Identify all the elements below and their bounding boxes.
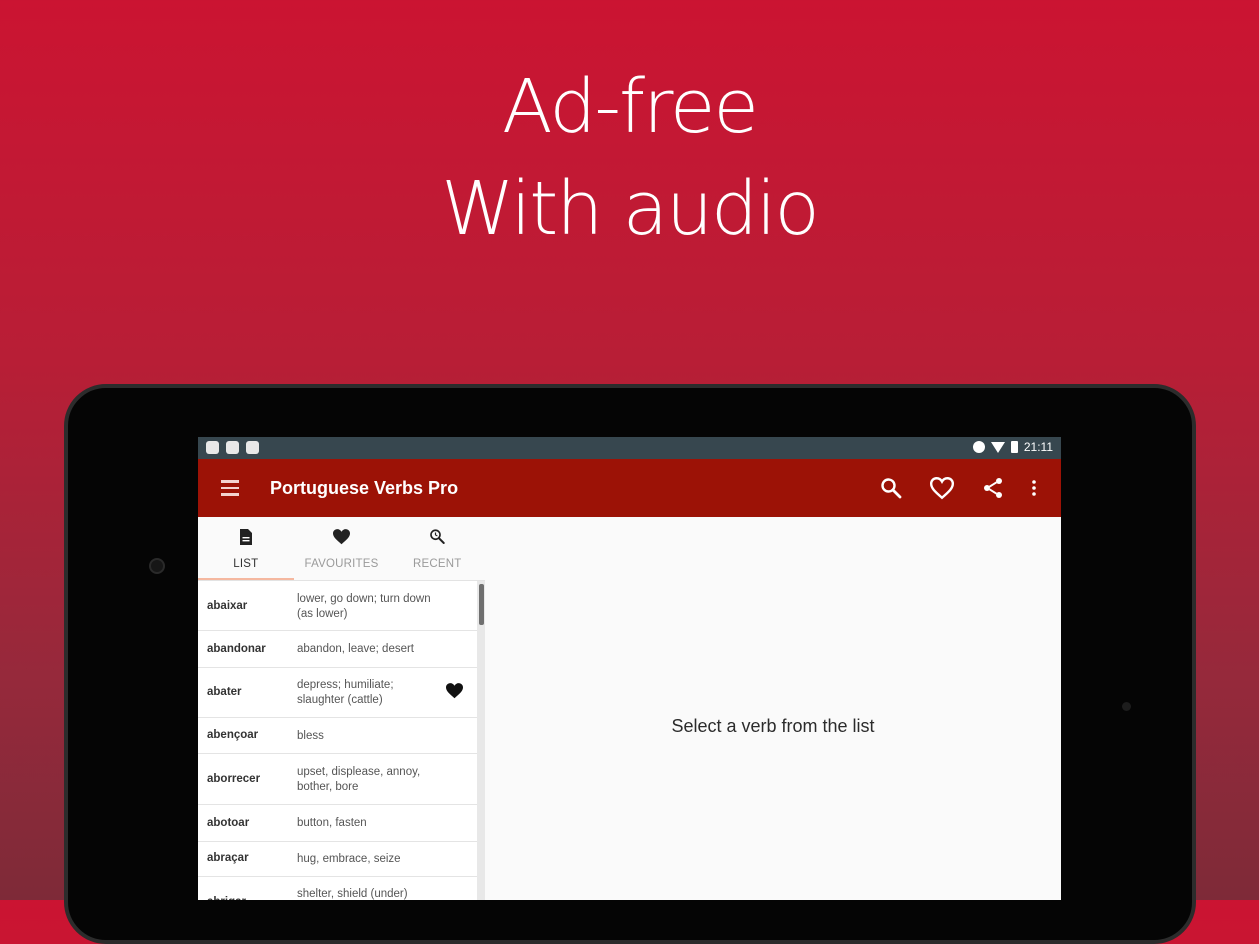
notification-icon [226, 441, 239, 454]
list-item[interactable]: abater depress; humiliate; slaughter (ca… [198, 668, 485, 718]
tab-bar: LIST FAVOURITES RECENT [198, 517, 485, 581]
verb-name: abotoar [207, 817, 250, 829]
list-scrollbar[interactable] [477, 581, 485, 900]
list-item[interactable]: abrigar shelter, shield (under) [198, 877, 485, 900]
verb-name: abaixar [207, 600, 248, 612]
search-icon[interactable] [877, 474, 905, 502]
do-not-disturb-icon [972, 441, 985, 453]
tab-favourites[interactable]: FAVOURITES [294, 517, 390, 581]
verb-name: abençoar [207, 729, 259, 741]
verb-translation: upset, displease, annoy, bother, bore [297, 766, 421, 793]
verb-name: abraçar [207, 852, 249, 864]
verb-detail-pane: Select a verb from the list [485, 517, 1061, 900]
tab-favourites-label: FAVOURITES [304, 558, 379, 570]
empty-state-message: Select a verb from the list [671, 716, 875, 736]
search-history-icon [389, 528, 485, 546]
heart-outline-icon[interactable] [928, 474, 956, 502]
list-item[interactable]: abraçar hug, embrace, seize [198, 842, 485, 877]
list-item[interactable]: abotoar button, fasten [198, 805, 485, 842]
list-scrollbar-thumb[interactable] [479, 584, 484, 625]
app-title: Portuguese Verbs Pro [270, 478, 459, 498]
list-item[interactable]: abençoar bless [198, 718, 485, 754]
verb-translation: abandon, leave; desert [297, 643, 415, 655]
verb-translation: button, fasten [297, 817, 367, 829]
app-screen: 21:11 Portuguese Verbs Pro LIST FAVOURIT… [198, 437, 1061, 900]
verb-translation: shelter, shield (under) [297, 888, 408, 900]
more-vert-icon[interactable] [1020, 474, 1048, 502]
list-item[interactable]: abaixar lower, go down; turn down (as lo… [198, 581, 485, 631]
notification-icons [206, 441, 259, 454]
notification-icon [206, 441, 219, 454]
system-icons: 21:11 [972, 440, 1053, 454]
verb-translation: depress; humiliate; slaughter (cattle) [297, 679, 394, 706]
status-bar: 21:11 [198, 437, 1061, 459]
verb-translation: hug, embrace, seize [297, 853, 401, 865]
menu-icon[interactable] [221, 480, 239, 496]
list-item[interactable]: abandonar abandon, leave; desert [198, 631, 485, 668]
verb-list: abaixar lower, go down; turn down (as lo… [198, 581, 485, 900]
status-time: 21:11 [1023, 440, 1053, 454]
wifi-icon [990, 441, 1005, 453]
app-bar: Portuguese Verbs Pro [198, 459, 1061, 517]
promo-headline-audio: With audio [441, 166, 820, 252]
tab-recent[interactable]: RECENT [389, 517, 485, 581]
verb-translation: lower, go down; turn down (as lower) [297, 593, 431, 620]
promo-headline-adfree: Ad-free [502, 64, 759, 150]
tab-list-label: LIST [233, 558, 259, 570]
notification-icon [246, 441, 259, 454]
favourite-heart-icon[interactable] [445, 682, 464, 704]
share-icon[interactable] [979, 474, 1007, 502]
tab-list[interactable]: LIST [198, 517, 294, 581]
verb-translation: bless [297, 730, 324, 742]
verb-name: abater [207, 686, 242, 698]
battery-icon [1010, 441, 1018, 453]
verb-name: aborrecer [207, 773, 261, 785]
camera-icon [149, 558, 165, 574]
verb-name: abandonar [207, 643, 266, 655]
tab-recent-label: RECENT [412, 558, 462, 570]
sensor-dot [1122, 702, 1131, 711]
list-item[interactable]: aborrecer upset, displease, annoy, bothe… [198, 754, 485, 805]
heart-icon [294, 528, 390, 546]
verb-name: abrigar [207, 896, 246, 900]
document-icon [198, 528, 294, 546]
